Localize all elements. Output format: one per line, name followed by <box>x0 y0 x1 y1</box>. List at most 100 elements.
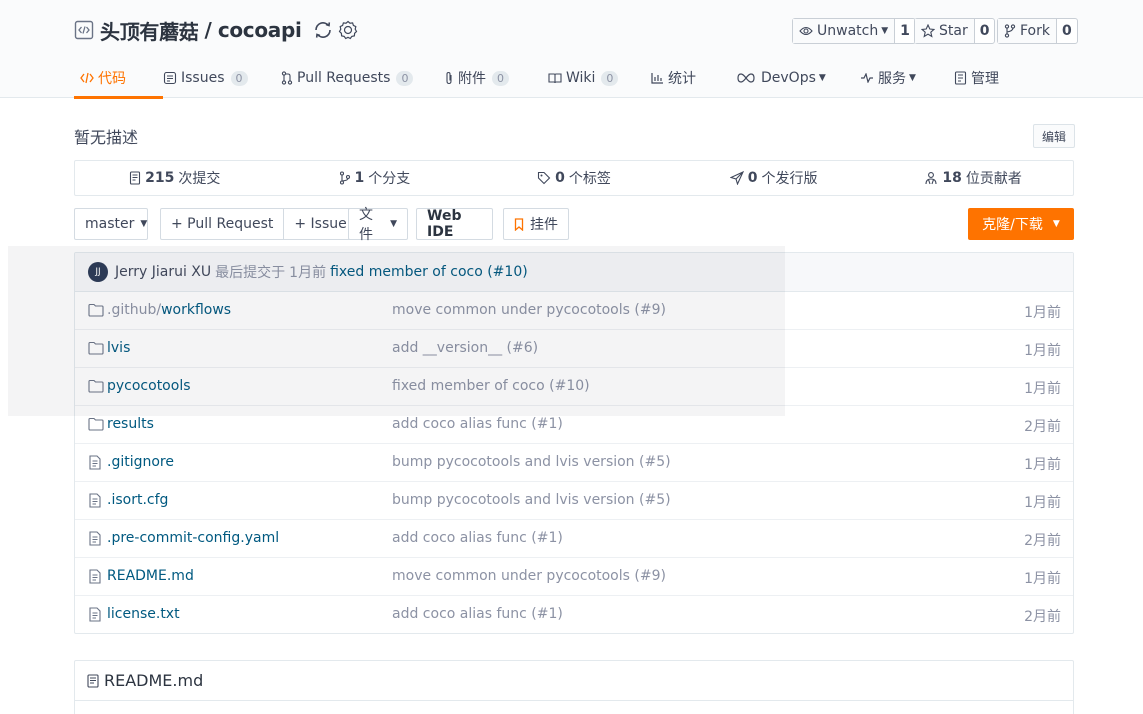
tab-wiki[interactable]: Wiki 0 <box>548 58 651 98</box>
tab-wiki-badge: 0 <box>601 70 619 86</box>
branch-select[interactable]: master ▼ <box>74 208 148 240</box>
code-icon <box>80 72 94 84</box>
stat-commits-label: 次提交 <box>178 171 221 187</box>
folder-icon <box>88 341 104 359</box>
file-row[interactable]: .isort.cfg bump pycocotools and lvis vers… <box>75 482 1073 520</box>
file-name-link[interactable]: license.txt <box>107 606 180 622</box>
file-commit-time: 2月前 <box>1024 609 1061 625</box>
new-issue-button[interactable]: + Issue <box>283 209 356 239</box>
avatar[interactable]: JJ <box>88 262 108 282</box>
file-row[interactable]: pycocotools fixed member of coco (#10) 1月前 <box>75 368 1073 406</box>
tab-devops[interactable]: DevOps ▼ <box>737 58 860 98</box>
fork-button[interactable]: Fork <box>998 19 1057 43</box>
clone-download-button[interactable]: 克隆/下载 ▼ <box>968 208 1074 240</box>
fork-action[interactable]: Fork 0 <box>997 18 1078 44</box>
file-row[interactable]: .github/workflows move common under pycoc… <box>75 292 1073 330</box>
file-name-link[interactable]: .pre-commit-config.yaml <box>107 530 279 546</box>
star-button[interactable]: Star <box>915 19 975 43</box>
file-commit-message[interactable]: move common under pycocotools (#9) <box>392 568 666 584</box>
star-label: Star <box>939 23 968 39</box>
tab-attachments-label: 附件 <box>458 71 486 87</box>
tab-stats[interactable]: 统计 <box>651 58 737 98</box>
file-name: license.txt <box>107 606 180 622</box>
file-name-link[interactable]: .github/workflows <box>107 302 231 318</box>
file-name: pycocotools <box>107 378 191 394</box>
file-row[interactable]: results add coco alias func (#1) 2月前 <box>75 406 1073 444</box>
release-icon <box>729 171 744 185</box>
watch-button[interactable]: Unwatch ▼ <box>793 19 896 43</box>
star-action[interactable]: Star 0 <box>914 18 996 44</box>
code-project-icon <box>74 20 94 40</box>
file-commit-time: 1月前 <box>1024 457 1061 473</box>
file-commit-message[interactable]: add coco alias func (#1) <box>392 416 563 432</box>
commit-message-link[interactable]: fixed member of coco (#10) <box>330 264 528 280</box>
file-name-link[interactable]: pycocotools <box>107 378 191 394</box>
file-row[interactable]: lvis add __version__ (#6) 1月前 <box>75 330 1073 368</box>
tab-issues[interactable]: Issues 0 <box>163 58 281 98</box>
file-name-link[interactable]: README.md <box>107 568 194 584</box>
file-commit-message[interactable]: bump pycocotools and lvis version (#5) <box>392 454 671 470</box>
file-icon <box>88 569 102 588</box>
file-icon <box>88 493 102 512</box>
file-name-prefix: .github/ <box>107 302 162 318</box>
file-name-link[interactable]: .isort.cfg <box>107 492 168 508</box>
file-commit-message[interactable]: fixed member of coco (#10) <box>392 378 590 394</box>
tab-devops-label: DevOps <box>761 70 816 86</box>
edit-description-button[interactable]: 编辑 <box>1033 124 1076 148</box>
folder-icon <box>88 417 104 435</box>
watch-action[interactable]: Unwatch ▼ 1 <box>792 18 916 44</box>
star-count[interactable]: 0 <box>975 19 995 43</box>
branch-select-label: master <box>85 216 135 232</box>
award-icon[interactable] <box>338 20 358 40</box>
widget-button[interactable]: 挂件 <box>503 208 569 240</box>
file-name-link[interactable]: lvis <box>107 340 130 356</box>
sync-icon[interactable] <box>312 19 334 41</box>
repo-tabs: 代码 Issues 0 Pull Requests 0 附件 0 Wiki 0 … <box>74 58 1034 99</box>
stat-branches[interactable]: 1 个分支 <box>275 161 475 195</box>
fork-label: Fork <box>1020 23 1050 39</box>
file-commit-time: 1月前 <box>1024 495 1061 511</box>
file-row[interactable]: license.txt add coco alias func (#1) 2月前 <box>75 596 1073 633</box>
tab-code[interactable]: 代码 <box>74 58 163 99</box>
stat-releases[interactable]: 0 个发行版 <box>674 161 874 195</box>
file-commit-time: 1月前 <box>1024 305 1061 321</box>
file-commit-message[interactable]: add coco alias func (#1) <box>392 530 563 546</box>
file-commit-message[interactable]: add __version__ (#6) <box>392 340 538 356</box>
file-row[interactable]: README.md move common under pycocotools (… <box>75 558 1073 596</box>
service-icon <box>861 73 873 83</box>
file-name-link[interactable]: results <box>107 416 154 432</box>
file-name-link[interactable]: .gitignore <box>107 454 174 470</box>
watch-count[interactable]: 1 <box>895 19 915 43</box>
repo-owner-link[interactable]: 头顶有蘑菇 <box>100 16 199 45</box>
file-row[interactable]: .gitignore bump pycocotools and lvis vers… <box>75 444 1073 482</box>
file-menu-button[interactable]: 文件 ▼ <box>348 207 408 243</box>
stat-commits-count: 215 <box>145 170 175 186</box>
stat-commits[interactable]: 215 次提交 <box>75 161 275 195</box>
file-icon <box>87 673 99 688</box>
stat-tags[interactable]: 0 个标签 <box>474 161 674 195</box>
new-pull-request-button[interactable]: + Pull Request <box>161 209 283 239</box>
tab-service[interactable]: 服务 ▼ <box>860 58 954 98</box>
file-commit-message[interactable]: bump pycocotools and lvis version (#5) <box>392 492 671 508</box>
chevron-down-icon: ▼ <box>881 26 889 36</box>
commit-time: 1月前 <box>289 265 327 281</box>
stat-contributors-label: 位贡献者 <box>965 171 1022 187</box>
file-name: .isort.cfg <box>107 492 169 508</box>
bookmark-icon <box>514 217 524 231</box>
web-ide-button[interactable]: Web IDE <box>416 208 493 240</box>
tab-attachments-badge: 0 <box>492 70 509 86</box>
tab-manage[interactable]: 管理 <box>954 58 1034 98</box>
branch-icon <box>339 171 350 185</box>
repo-name-link[interactable]: cocoapi <box>218 18 302 42</box>
file-row[interactable]: .pre-commit-config.yaml add coco alias fu… <box>75 520 1073 558</box>
tag-icon <box>538 171 551 185</box>
file-commit-message[interactable]: move common under pycocotools (#9) <box>392 302 666 318</box>
commit-author[interactable]: Jerry Jiarui XU <box>115 264 211 280</box>
stat-contributors[interactable]: 18 位贡献者 <box>873 161 1073 195</box>
tab-attachments[interactable]: 附件 0 <box>444 58 548 98</box>
file-name: workflows <box>161 302 232 318</box>
tab-pull-requests[interactable]: Pull Requests 0 <box>281 58 444 98</box>
fork-count[interactable]: 0 <box>1057 19 1077 43</box>
chevron-down-icon: ▼ <box>1052 219 1060 229</box>
file-commit-message[interactable]: add coco alias func (#1) <box>392 606 563 622</box>
